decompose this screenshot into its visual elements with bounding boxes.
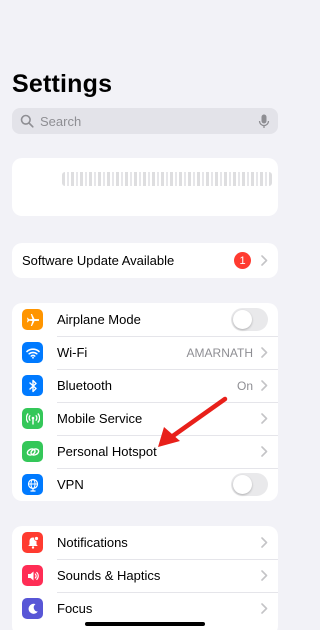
software-update-card[interactable]: Software Update Available 1 [12,243,278,278]
chevron-right-icon [261,380,268,391]
speaker-icon [22,565,43,586]
bluetooth-icon [22,375,43,396]
vpn-row[interactable]: VPN [12,468,278,501]
airplane-mode-toggle[interactable] [231,308,268,331]
red-arrow-annotation [158,396,228,447]
chevron-right-icon [261,537,268,548]
wifi-row[interactable]: Wi-Fi AMARNATH [12,336,278,369]
apple-account-card[interactable] [12,158,278,216]
search-placeholder: Search [40,113,82,129]
microphone-icon[interactable] [258,114,270,129]
vpn-toggle[interactable] [231,473,268,496]
chevron-right-icon [261,413,268,424]
bluetooth-row[interactable]: Bluetooth On [12,369,278,402]
sounds-haptics-row[interactable]: Sounds & Haptics [12,559,278,592]
airplane-mode-label: Airplane Mode [57,312,141,327]
airplane-icon [22,309,43,330]
search-icon [20,114,34,128]
software-update-row[interactable]: Software Update Available 1 [12,243,278,278]
moon-icon [22,598,43,619]
wifi-label: Wi-Fi [57,345,88,360]
link-icon [22,441,43,462]
mobile-service-row[interactable]: Mobile Service [12,402,278,435]
airplane-mode-row[interactable]: Airplane Mode [12,303,278,336]
search-input[interactable]: Search [12,108,278,134]
notifications-row[interactable]: Notifications [12,526,278,559]
notifications-label: Notifications [57,535,128,550]
update-badge: 1 [234,252,251,269]
redacted-profile-info [62,172,272,186]
chevron-right-icon [261,603,268,614]
wifi-network-value: AMARNATH [186,345,253,360]
globe-icon [22,474,43,495]
personal-hotspot-row[interactable]: Personal Hotspot [12,435,278,468]
connectivity-group: Airplane Mode Wi-Fi AMARNATH Bluetooth O… [12,303,278,501]
antenna-icon [22,408,43,429]
focus-row[interactable]: Focus [12,592,278,625]
chevron-right-icon [261,255,268,266]
bell-icon [22,532,43,553]
vpn-label: VPN [57,477,84,492]
chevron-right-icon [261,570,268,581]
bluetooth-label: Bluetooth [57,378,112,393]
chevron-right-icon [261,446,268,457]
notifications-group: Notifications Sounds & Haptics Focus [12,526,278,630]
software-update-label: Software Update Available [22,253,175,268]
home-indicator [85,622,205,626]
bluetooth-status-value: On [236,378,253,393]
focus-label: Focus [57,601,93,616]
page-title: Settings [12,70,113,98]
sounds-haptics-label: Sounds & Haptics [57,568,161,583]
chevron-right-icon [261,347,268,358]
wifi-icon [22,342,43,363]
